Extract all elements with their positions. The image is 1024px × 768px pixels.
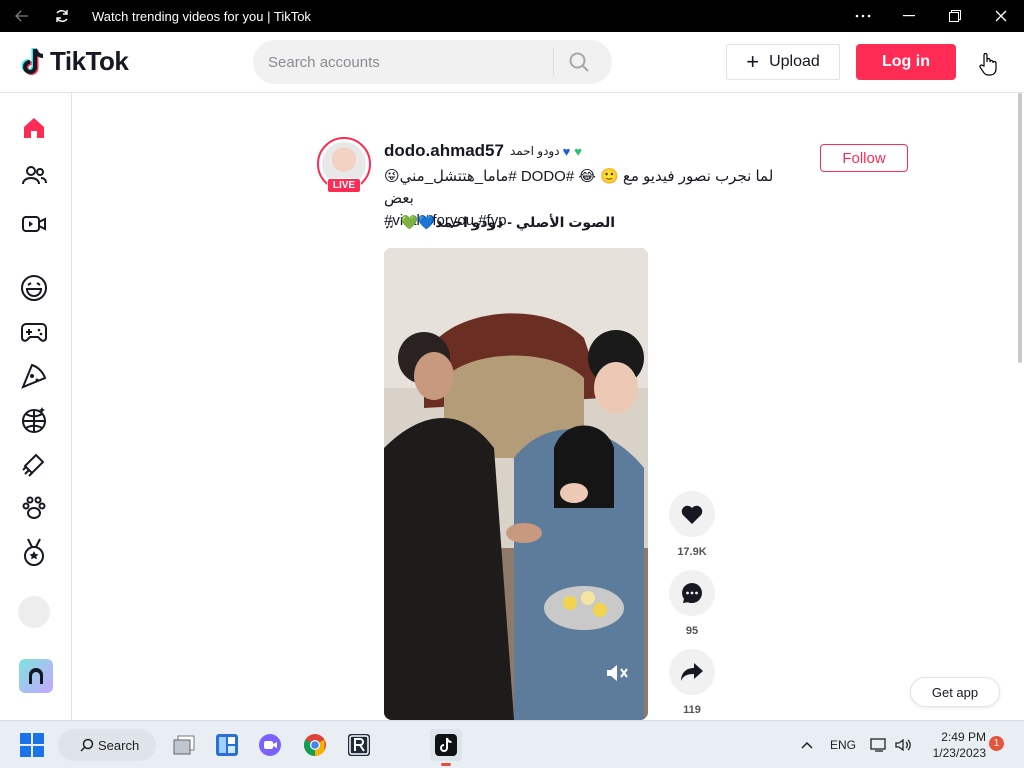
paw-icon xyxy=(22,496,46,519)
sidebar-item-sports[interactable] xyxy=(16,534,52,570)
video-frame xyxy=(384,248,648,720)
search-input[interactable] xyxy=(268,53,553,71)
search-bar xyxy=(253,40,612,84)
chrome-icon xyxy=(304,734,326,756)
windows-taskbar: Search ENG 2:49 PM 1/23/2023 xyxy=(0,720,1024,768)
sidebar-item-live[interactable] xyxy=(16,206,52,242)
chrome-button[interactable] xyxy=(299,729,331,761)
share-button[interactable] xyxy=(669,649,715,695)
tiktok-logo[interactable]: TikTok xyxy=(20,46,129,77)
minimize-icon[interactable] xyxy=(886,0,932,32)
comment-button[interactable] xyxy=(669,570,715,616)
share-icon xyxy=(681,663,703,681)
active-app-indicator xyxy=(441,763,451,766)
sidebar-item-animals[interactable] xyxy=(16,490,52,526)
sidebar-item-home[interactable] xyxy=(16,110,52,146)
task-view-icon xyxy=(173,735,195,755)
chat-icon xyxy=(259,734,281,756)
restore-icon[interactable] xyxy=(932,0,978,32)
gaming-icon xyxy=(21,323,47,342)
search-button[interactable] xyxy=(554,40,604,84)
following-icon xyxy=(22,166,47,185)
mute-icon[interactable] xyxy=(604,660,630,691)
caption-text: 😜ماما_هتتشل_مني# DODO# 😂 🙂 لما نجرب نصور… xyxy=(384,168,774,207)
arch-icon xyxy=(29,668,43,684)
comedy-icon xyxy=(21,275,47,301)
disco-ball-icon xyxy=(22,407,46,433)
comb-icon xyxy=(22,453,45,477)
plus-icon: + xyxy=(746,49,760,74)
video-player[interactable] xyxy=(384,248,648,720)
music-title: 💚💙الصوت الأصلي - دودو احمد xyxy=(400,214,616,230)
share-count: 119 xyxy=(683,704,701,716)
green-heart-icon: ♥ xyxy=(574,143,583,159)
more-options-icon[interactable] xyxy=(840,0,886,32)
sidebar-account-avatar[interactable] xyxy=(18,596,50,628)
search-icon xyxy=(80,738,94,752)
close-icon[interactable] xyxy=(978,0,1024,32)
teams-chat-button[interactable] xyxy=(254,729,286,761)
widgets-button[interactable] xyxy=(211,729,243,761)
browser-title-bar: Watch trending videos for you | TikTok xyxy=(0,0,1024,32)
back-arrow-icon[interactable] xyxy=(6,0,38,32)
r-app-button[interactable] xyxy=(343,729,375,761)
live-badge: LIVE xyxy=(327,178,361,193)
refresh-icon[interactable] xyxy=(46,0,78,32)
author-username[interactable]: dodo.ahmad57 xyxy=(384,141,504,161)
r-app-icon xyxy=(348,734,370,756)
sidebar-item-food[interactable] xyxy=(16,358,52,394)
upload-button[interactable]: + Upload xyxy=(726,44,840,80)
search-icon xyxy=(569,52,589,72)
taskbar-search-label: Search xyxy=(98,737,140,753)
like-count: 17.9K xyxy=(677,546,707,558)
scrollbar-thumb[interactable] xyxy=(1018,93,1022,363)
pizza-icon xyxy=(21,363,47,389)
blue-heart-icon: ♥ xyxy=(562,143,571,159)
window-title: Watch trending videos for you | TikTok xyxy=(92,8,311,24)
live-icon xyxy=(22,216,46,232)
like-button[interactable] xyxy=(669,491,715,537)
windows-logo-icon xyxy=(20,733,44,757)
sidebar-app-icon[interactable] xyxy=(19,659,53,693)
task-view-button[interactable] xyxy=(168,729,200,761)
home-icon xyxy=(24,118,44,138)
tiktok-taskbar-button[interactable] xyxy=(430,729,462,761)
heart-icon xyxy=(681,505,703,524)
sidebar-item-comedy[interactable] xyxy=(16,270,52,306)
author-info[interactable]: dodo.ahmad57 دودو احمد ♥ ♥ xyxy=(384,141,582,161)
get-app-button[interactable]: Get app xyxy=(910,677,1000,707)
site-header: TikTok + Upload Log in xyxy=(0,32,1024,93)
language-indicator[interactable]: ENG xyxy=(830,721,856,768)
clock-date: 1/23/2023 xyxy=(932,746,986,760)
page-scrollbar[interactable] xyxy=(1016,93,1024,720)
author-nickname: دودو احمد xyxy=(509,144,560,158)
follow-button[interactable]: Follow xyxy=(820,144,908,172)
comment-icon xyxy=(682,583,702,603)
chevron-up-icon xyxy=(801,741,813,749)
show-hidden-icons[interactable] xyxy=(800,721,814,768)
logo-text: TikTok xyxy=(50,46,129,76)
volume-icon[interactable] xyxy=(894,721,912,768)
upload-label: Upload xyxy=(769,53,820,70)
clock-time: 2:49 PM xyxy=(941,730,986,744)
start-button[interactable] xyxy=(20,733,44,762)
notification-badge[interactable]: 1 xyxy=(989,736,1004,751)
sidebar xyxy=(0,93,72,720)
system-clock[interactable]: 2:49 PM 1/23/2023 xyxy=(920,729,986,761)
widgets-icon xyxy=(216,734,238,756)
sidebar-item-beauty[interactable] xyxy=(16,446,52,482)
medal-icon xyxy=(24,538,44,566)
login-button[interactable]: Log in xyxy=(856,44,956,80)
tiktok-note-icon xyxy=(21,47,44,75)
sidebar-item-following[interactable] xyxy=(16,158,52,194)
sidebar-item-dance[interactable] xyxy=(16,402,52,438)
network-icon[interactable] xyxy=(870,721,888,768)
taskbar-search[interactable]: Search xyxy=(58,729,156,761)
comment-count: 95 xyxy=(685,625,699,637)
music-link[interactable]: ♫ 💚💙الصوت الأصلي - دودو احمد xyxy=(384,214,615,231)
tiktok-icon xyxy=(435,734,457,756)
sidebar-item-gaming[interactable] xyxy=(16,314,52,350)
hand-cursor-icon xyxy=(978,52,998,81)
music-note-icon: ♫ xyxy=(384,214,395,231)
